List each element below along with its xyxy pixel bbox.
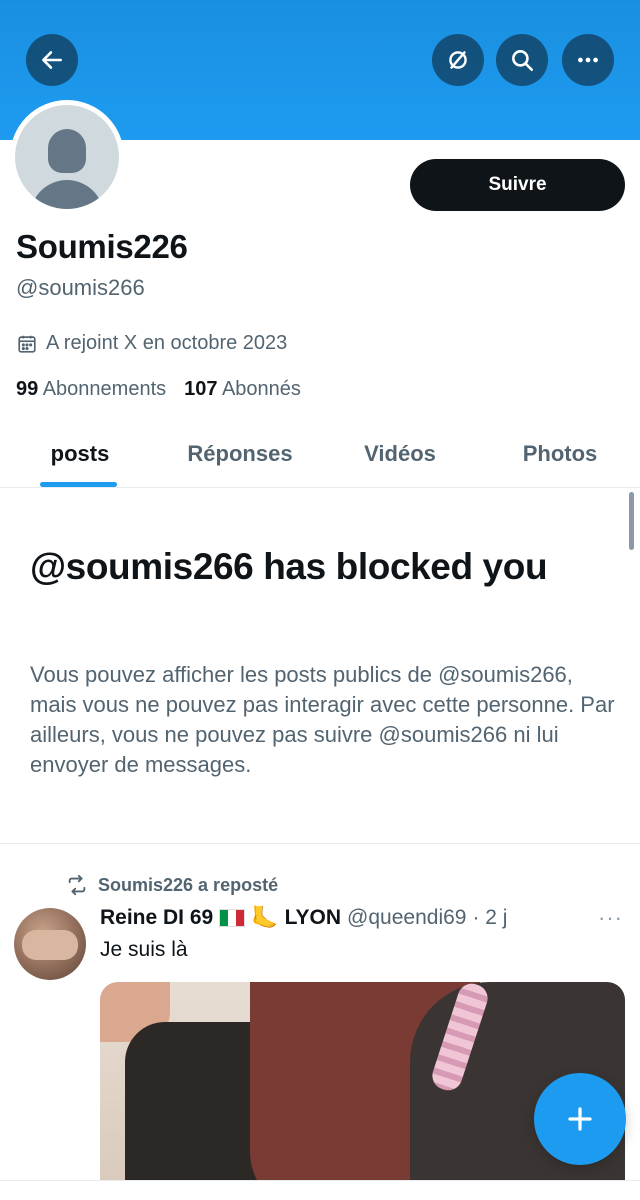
blocked-title: @soumis266 has blocked you (30, 546, 548, 587)
italy-flag-icon (219, 909, 246, 927)
tab-posts[interactable]: posts (0, 420, 160, 487)
following-label: Abonnements (42, 378, 167, 400)
repost-label: Soumis226 a reposté (98, 874, 279, 895)
joined-date: A rejoint X en octobre 2023 (16, 332, 287, 355)
repost-icon (68, 874, 86, 896)
back-arrow-icon (42, 51, 62, 69)
followers-count: 107 (184, 378, 218, 400)
post-text: Je suis là (100, 938, 188, 961)
following-count: 99 (16, 378, 39, 400)
post-author-handle[interactable]: @queendi69 (347, 906, 466, 930)
post-more-button[interactable]: ··· (598, 905, 623, 931)
plus-icon (568, 1107, 592, 1131)
profile-avatar[interactable] (10, 100, 124, 214)
post-age[interactable]: · 2 j (472, 906, 507, 930)
post-author-name[interactable]: Reine DI 69 (100, 906, 213, 930)
bottom-navigation-bar (0, 1180, 640, 1200)
followers-link[interactable]: 107 Abonnés (184, 378, 301, 401)
no-sync-button[interactable] (432, 34, 484, 86)
calendar-icon (18, 335, 36, 353)
followers-label: Abonnés (221, 378, 301, 400)
profile-handle: @soumis266 (16, 275, 145, 300)
blocked-message: Vous pouvez afficher les posts publics d… (30, 662, 615, 777)
post-author-location: LYON (284, 906, 342, 929)
following-link[interactable]: 99 Abonnements (16, 378, 166, 401)
more-options-button[interactable] (562, 34, 614, 86)
compose-button[interactable] (534, 1073, 626, 1165)
display-name: Soumis226 (16, 228, 188, 265)
follow-button[interactable]: Suivre (410, 159, 625, 211)
tab-videos[interactable]: Vidéos (320, 420, 480, 487)
joined-text: A rejoint X en octobre 2023 (46, 332, 288, 354)
search-icon (512, 50, 534, 72)
post-author-avatar[interactable] (14, 908, 86, 980)
tab-photos[interactable]: Photos (480, 420, 640, 487)
no-sync-icon (449, 51, 467, 69)
default-avatar-icon (15, 105, 119, 209)
search-button[interactable] (496, 34, 548, 86)
tab-replies[interactable]: Réponses (160, 420, 320, 487)
back-button[interactable] (26, 34, 78, 86)
post-header: Reine DI 69 🦶 LYON @queendi69 · 2 j (100, 905, 620, 931)
foot-emoji-icon: 🦶 (251, 905, 279, 930)
section-divider (0, 843, 640, 844)
profile-stats: 99 Abonnements 107 Abonnés (16, 378, 301, 401)
profile-tabs: posts Réponses Vidéos Photos (0, 420, 640, 488)
repost-indicator[interactable]: Soumis226 a reposté (66, 874, 278, 896)
scrollbar[interactable] (629, 492, 634, 550)
more-icon (578, 57, 598, 63)
